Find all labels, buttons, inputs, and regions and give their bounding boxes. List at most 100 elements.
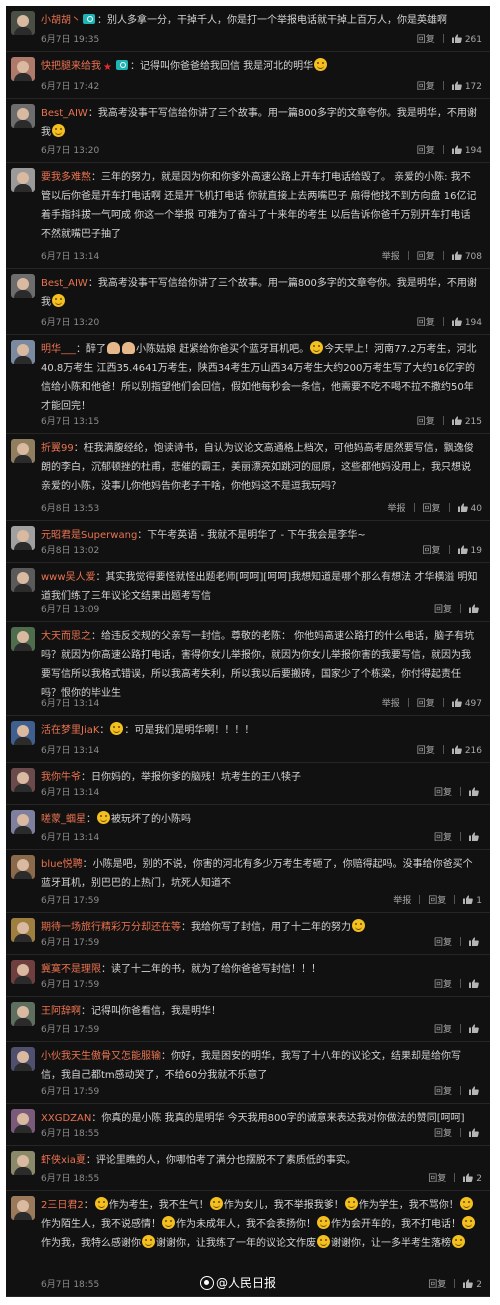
username-link[interactable]: 折翼99 [41, 443, 74, 454]
comment-text: 折翼99：枉我满腹经纶，饱读诗书，自认为议论文高通格上档次，可他妈高考居然要写信… [41, 439, 480, 496]
like-button[interactable]: 261 [451, 34, 482, 45]
user-avatar[interactable] [11, 104, 35, 128]
thumbs-up-icon [469, 1024, 479, 1033]
username-link[interactable]: 元昭君是Superwang [41, 530, 137, 541]
avatar-body-icon [14, 73, 32, 81]
user-avatar[interactable] [11, 526, 35, 550]
username-link[interactable]: 2三日君2 [41, 1200, 84, 1211]
report-button[interactable]: 举报 [382, 699, 400, 709]
reply-button[interactable]: 回复 [434, 980, 452, 990]
username-link[interactable]: 大天而思之 [41, 631, 91, 642]
comment-separator: ： [97, 15, 107, 26]
reply-button[interactable]: 回复 [428, 1174, 446, 1184]
username-link[interactable]: 快把腿来给我 [41, 61, 101, 72]
username-link[interactable]: 要我多难熬 [41, 172, 91, 183]
username-link[interactable]: 小伙我天生傲骨又怎能服输 [41, 1051, 161, 1062]
username-link[interactable]: blue悦聘 [41, 859, 83, 870]
reply-button[interactable]: 回复 [423, 546, 441, 556]
user-avatar[interactable] [11, 1109, 35, 1133]
like-button[interactable]: 216 [451, 745, 482, 756]
username-link[interactable]: 小胡胡丶 [41, 15, 81, 26]
username-link[interactable]: 王阿辞啊 [41, 1006, 81, 1017]
reply-button[interactable]: 回复 [434, 1087, 452, 1097]
username-link[interactable]: www吴人爱 [41, 572, 96, 583]
user-avatar[interactable] [11, 855, 35, 879]
thumbs-up-icon [469, 832, 479, 841]
user-avatar[interactable] [11, 810, 35, 834]
reply-button[interactable]: 回复 [417, 746, 435, 756]
comment-meta: 6月7日 13:14 回复 216 [41, 744, 482, 758]
avatar-face-icon [17, 1155, 29, 1167]
user-avatar[interactable] [11, 721, 35, 745]
username-link[interactable]: XXGDZAN [41, 1113, 91, 1124]
like-button[interactable] [469, 1024, 482, 1035]
user-avatar[interactable] [11, 960, 35, 984]
reply-button[interactable]: 回复 [434, 938, 452, 948]
user-avatar[interactable] [11, 918, 35, 942]
like-button[interactable] [469, 832, 482, 843]
username-link[interactable]: 我你牛爷 [41, 772, 81, 783]
reply-button[interactable]: 回复 [428, 896, 446, 906]
user-avatar[interactable] [11, 1047, 35, 1071]
user-avatar[interactable] [11, 168, 35, 192]
comment-separator: ： [86, 814, 96, 825]
reply-button[interactable]: 回复 [428, 1280, 446, 1290]
report-button[interactable]: 举报 [393, 896, 411, 906]
username-link[interactable]: 虾侠xia夏 [41, 1155, 86, 1166]
like-button[interactable]: 708 [451, 251, 482, 262]
user-avatar[interactable] [11, 11, 35, 35]
comment-item: 虾侠xia夏：评论里瞧的人，你哪怕考了满分也摆脱不了素质低的事实。 6月7日 18… [6, 1146, 490, 1191]
like-button[interactable]: 1 [463, 895, 482, 906]
like-button[interactable] [469, 937, 482, 948]
reply-button[interactable]: 回复 [417, 318, 435, 328]
like-button[interactable]: 2 [463, 1173, 482, 1184]
reply-button[interactable]: 回复 [434, 788, 452, 798]
user-avatar[interactable] [11, 627, 35, 651]
user-avatar[interactable] [11, 439, 35, 463]
like-button[interactable]: 19 [457, 545, 482, 556]
reply-button[interactable]: 回复 [417, 417, 435, 427]
reply-button[interactable]: 回复 [417, 35, 435, 45]
user-avatar[interactable] [11, 768, 35, 792]
user-avatar[interactable] [11, 1151, 35, 1175]
username-link[interactable]: Best_AIW [41, 278, 88, 289]
comment-item: 我你牛爷：日你妈的，举报你爹的脑残！坑考生的王八犊子 6月7日 13:14 回复 [6, 763, 490, 805]
like-button[interactable] [469, 1128, 482, 1139]
like-button[interactable]: 194 [451, 317, 482, 328]
report-button[interactable]: 举报 [388, 504, 406, 514]
like-button[interactable] [469, 979, 482, 990]
reply-button[interactable]: 回复 [423, 504, 441, 514]
reply-button[interactable]: 回复 [417, 252, 435, 262]
username-link[interactable]: 活在梦里JiaK [41, 725, 99, 736]
like-button[interactable]: 215 [451, 416, 482, 427]
like-button[interactable]: 194 [451, 145, 482, 156]
reply-button[interactable]: 回复 [434, 833, 452, 843]
reply-button[interactable]: 回复 [417, 82, 435, 92]
like-button[interactable]: 40 [457, 503, 482, 514]
user-avatar[interactable] [11, 568, 35, 592]
like-button[interactable]: 172 [451, 81, 482, 92]
like-button[interactable] [469, 1086, 482, 1097]
like-button[interactable] [469, 604, 482, 615]
reply-button[interactable]: 回复 [417, 699, 435, 709]
reply-button[interactable]: 回复 [417, 146, 435, 156]
username-link[interactable]: Best_AIW [41, 108, 88, 119]
username-link[interactable]: 明华___ [41, 344, 76, 355]
like-button[interactable] [469, 787, 482, 798]
username-link[interactable]: 期待一场旅行精彩万分却还在等 [41, 922, 181, 933]
username-link[interactable]: 嗟蒙_蝈星 [41, 814, 86, 825]
user-avatar[interactable] [11, 57, 35, 81]
user-avatar[interactable] [11, 340, 35, 364]
report-button[interactable]: 举报 [382, 252, 400, 262]
username-link[interactable]: 冀寞不是理限 [41, 964, 101, 975]
like-button[interactable]: 2 [463, 1279, 482, 1290]
reply-button[interactable]: 回复 [434, 1129, 452, 1139]
user-avatar[interactable] [11, 1002, 35, 1026]
reply-button[interactable]: 回复 [434, 1025, 452, 1035]
action-divider [460, 832, 461, 841]
reply-button[interactable]: 回复 [434, 605, 452, 615]
user-avatar[interactable] [11, 1196, 35, 1220]
like-button[interactable]: 497 [451, 698, 482, 709]
user-avatar[interactable] [11, 274, 35, 298]
comment-body-text: 其实我觉得要怪就怪出题老师[呵呵][呵呵]我想知道是哪个那么有想法 才华横溢 明… [41, 572, 478, 602]
